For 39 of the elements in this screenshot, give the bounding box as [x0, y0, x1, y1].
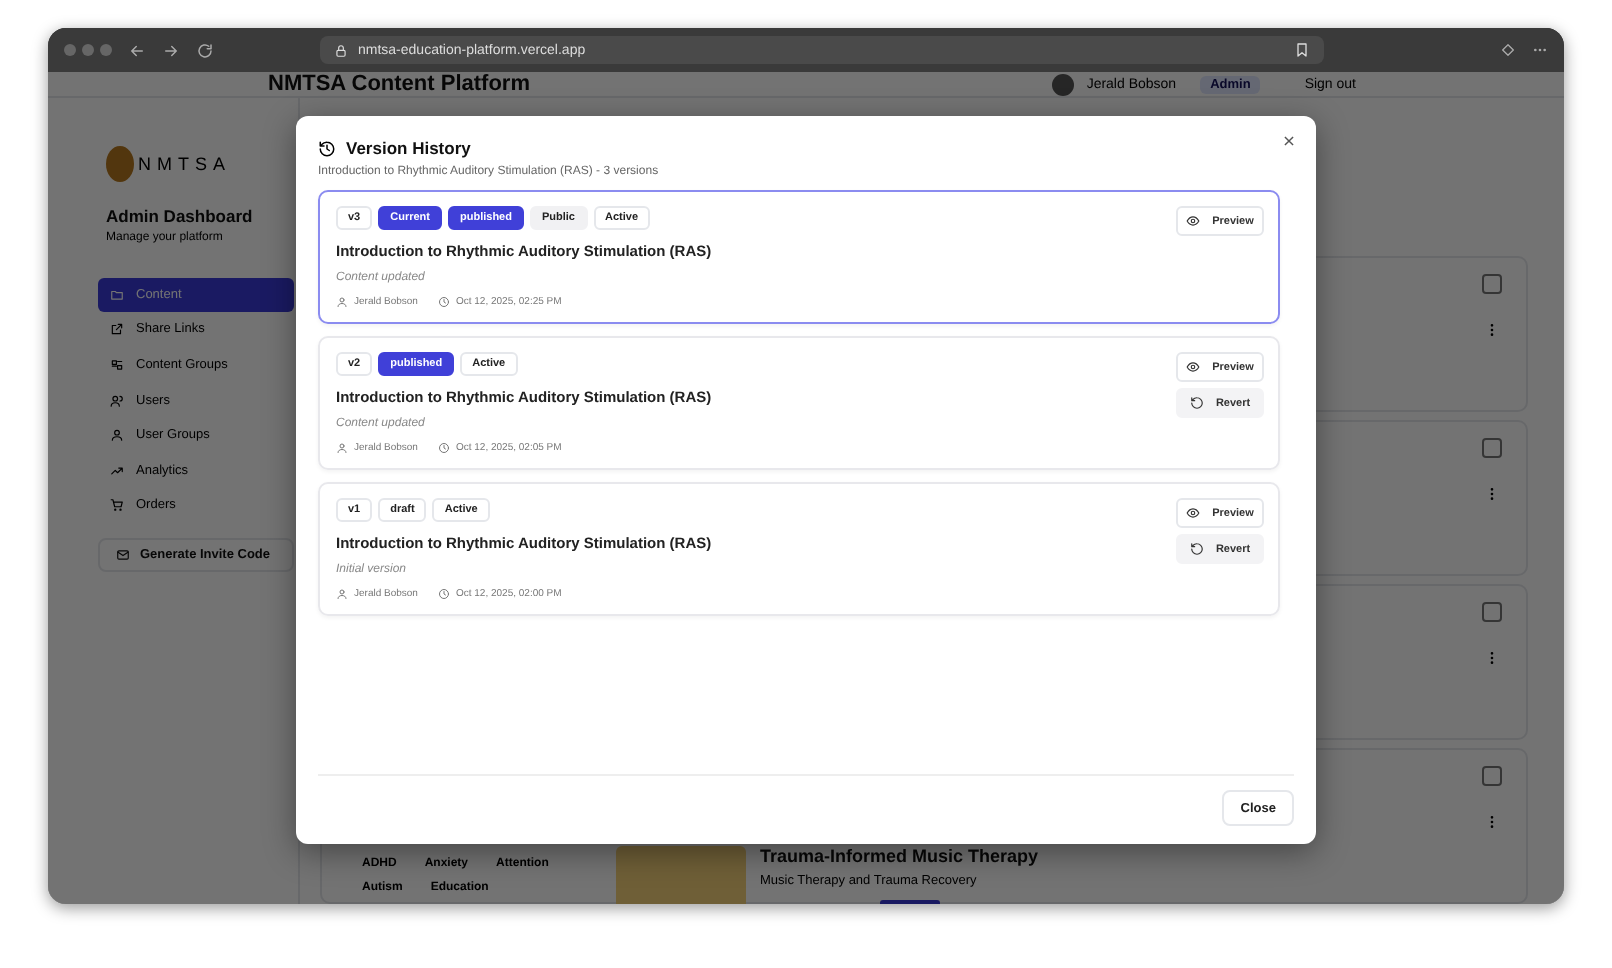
history-icon	[318, 139, 336, 157]
mail-icon	[116, 548, 130, 563]
user-icon	[336, 296, 348, 308]
logo-image	[106, 146, 134, 182]
clock-icon	[437, 442, 450, 454]
checkbox[interactable]	[1482, 602, 1502, 622]
sidebar-title: Admin Dashboard	[106, 206, 255, 226]
clock-icon	[437, 588, 450, 600]
logo-text: NMTSA	[138, 154, 231, 174]
lock-icon	[334, 43, 348, 57]
user-icon	[336, 442, 348, 454]
trend-icon	[110, 463, 124, 478]
forward-icon	[162, 41, 180, 59]
users-icon	[110, 393, 124, 408]
undo-icon	[1189, 396, 1204, 410]
checkbox[interactable]	[1482, 438, 1502, 458]
bookmark-icon	[1294, 42, 1310, 58]
undo-icon	[1189, 542, 1204, 556]
clock-icon	[437, 296, 450, 308]
user-icon	[110, 428, 124, 443]
checkbox[interactable]	[1482, 766, 1502, 786]
avatar	[1052, 73, 1075, 95]
cart-icon	[110, 498, 124, 513]
extension-icon	[1500, 42, 1516, 58]
layers-icon	[110, 357, 124, 372]
back-icon	[128, 41, 146, 59]
reload-icon	[196, 41, 214, 59]
content-title: Trauma-Informed Music Therapy	[760, 846, 1039, 866]
share-icon	[110, 322, 124, 337]
app-title: NMTSA Content Platform	[268, 72, 532, 96]
thumbnail-placeholder	[616, 846, 746, 904]
eye-icon	[1186, 360, 1201, 374]
folder-icon	[110, 287, 124, 302]
dialog-title: Version History	[346, 138, 471, 158]
eye-icon	[1186, 506, 1201, 520]
close-icon[interactable]	[1278, 130, 1300, 152]
eye-icon	[1186, 214, 1201, 228]
user-icon	[336, 588, 348, 600]
checkbox[interactable]	[1482, 274, 1502, 294]
